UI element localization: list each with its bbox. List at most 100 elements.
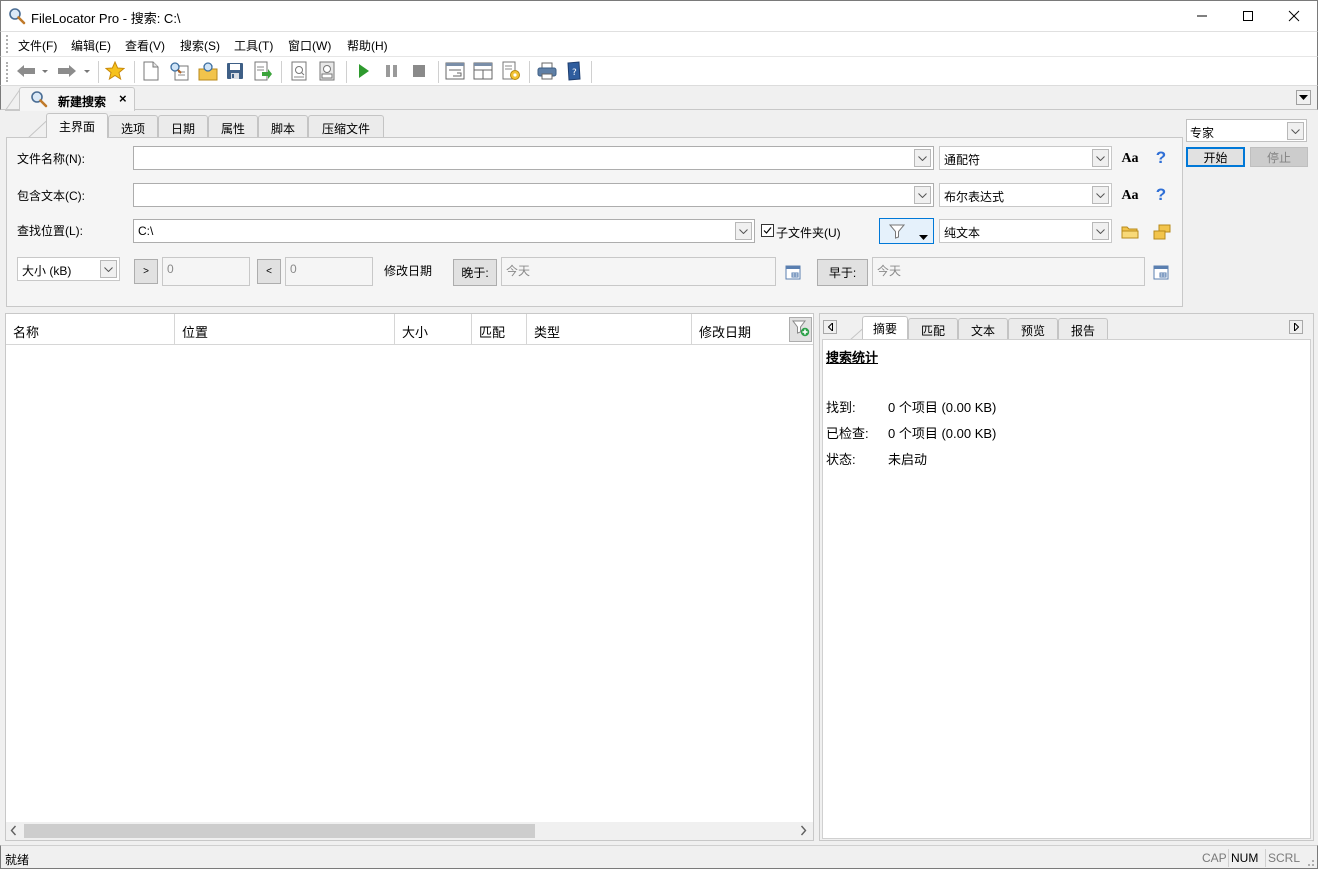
layout-button[interactable] bbox=[472, 61, 494, 83]
tab-scroll-left-icon[interactable] bbox=[823, 320, 837, 334]
help-icon[interactable]: ? bbox=[1151, 185, 1171, 205]
horizontal-scrollbar[interactable] bbox=[6, 822, 813, 840]
scroll-left-icon[interactable] bbox=[10, 825, 17, 839]
column-header-modified[interactable]: 修改日期 bbox=[692, 314, 789, 345]
case-sensitive-icon[interactable]: Aa bbox=[1119, 150, 1141, 168]
search-criteria-panel: 主界面 选项 日期 属性 脚本 压缩文件 文件名称(N): 通配符 Aa ? 包… bbox=[6, 113, 1183, 307]
chevron-down-icon[interactable] bbox=[914, 149, 931, 167]
back-dropdown-icon[interactable] bbox=[42, 70, 48, 73]
help-icon[interactable]: ? bbox=[1151, 148, 1171, 168]
multi-folder-icon[interactable] bbox=[1152, 223, 1172, 241]
stop-search-button[interactable] bbox=[408, 61, 430, 83]
menu-window[interactable]: 窗口(W) bbox=[288, 37, 331, 54]
forward-button[interactable] bbox=[56, 61, 78, 83]
tab-archives[interactable]: 压缩文件 bbox=[308, 115, 384, 138]
size-greater-input[interactable]: 0 bbox=[162, 257, 250, 286]
before-date-input[interactable]: 今天 bbox=[872, 257, 1145, 286]
minimize-button[interactable] bbox=[1179, 1, 1225, 31]
new-search-button[interactable] bbox=[140, 61, 162, 83]
print-button[interactable] bbox=[536, 61, 558, 83]
tab-attributes[interactable]: 属性 bbox=[208, 115, 258, 138]
search-mode-select[interactable]: 专家 bbox=[1186, 119, 1307, 142]
tab-list-dropdown-button[interactable] bbox=[1296, 90, 1311, 105]
toolbar-grip bbox=[6, 62, 8, 82]
chevron-down-icon[interactable] bbox=[914, 186, 931, 204]
export-button[interactable] bbox=[252, 61, 274, 83]
column-header-matches[interactable]: 匹配 bbox=[472, 314, 527, 345]
after-button[interactable]: 晚于: bbox=[453, 259, 497, 286]
back-button[interactable] bbox=[15, 61, 37, 83]
close-button[interactable] bbox=[1271, 1, 1317, 31]
before-button[interactable]: 早于: bbox=[817, 259, 868, 286]
maximize-button[interactable] bbox=[1225, 1, 1271, 31]
tab-script[interactable]: 脚本 bbox=[258, 115, 308, 138]
scroll-right-icon[interactable] bbox=[800, 825, 807, 839]
help-button[interactable]: ? bbox=[563, 60, 585, 83]
contains-text-input[interactable] bbox=[133, 183, 934, 207]
size-less-input[interactable]: 0 bbox=[285, 257, 373, 286]
stop-button[interactable]: 停止 bbox=[1250, 147, 1308, 167]
browse-folder-icon[interactable] bbox=[1120, 223, 1140, 241]
menu-tools[interactable]: 工具(T) bbox=[234, 37, 273, 54]
scrollbar-thumb[interactable] bbox=[24, 824, 535, 838]
play-icon bbox=[357, 63, 371, 82]
chevron-down-icon[interactable] bbox=[100, 260, 117, 278]
view-button[interactable] bbox=[316, 61, 338, 83]
size-greater-button[interactable]: > bbox=[134, 259, 158, 284]
document-tab-new-search[interactable]: 新建搜索 × bbox=[19, 87, 135, 111]
menu-search[interactable]: 搜索(S) bbox=[180, 37, 220, 54]
tab-matches[interactable]: 匹配 bbox=[908, 318, 958, 339]
menu-edit[interactable]: 编辑(E) bbox=[71, 37, 111, 54]
case-sensitive-icon[interactable]: Aa bbox=[1119, 187, 1141, 205]
calendar-icon[interactable] bbox=[1152, 263, 1170, 281]
tab-date[interactable]: 日期 bbox=[158, 115, 208, 138]
tab-summary[interactable]: 摘要 bbox=[862, 316, 908, 339]
subfolders-checkbox[interactable] bbox=[761, 224, 774, 237]
menu-help[interactable]: 帮助(H) bbox=[347, 37, 388, 54]
chevron-down-icon[interactable] bbox=[1092, 186, 1109, 204]
start-search-button[interactable] bbox=[353, 61, 375, 83]
tab-main[interactable]: 主界面 bbox=[46, 113, 108, 138]
subfolders-label[interactable]: 子文件夹(U) bbox=[776, 224, 841, 241]
after-date-input[interactable]: 今天 bbox=[501, 257, 776, 286]
file-name-mode-select[interactable]: 通配符 bbox=[939, 146, 1112, 170]
filter-dropdown-button[interactable] bbox=[879, 218, 934, 244]
chevron-down-icon[interactable] bbox=[1287, 122, 1304, 140]
save-button[interactable] bbox=[224, 61, 246, 83]
column-header-size[interactable]: 大小 bbox=[395, 314, 472, 345]
chevron-down-icon[interactable] bbox=[735, 222, 752, 240]
tab-text[interactable]: 文本 bbox=[958, 318, 1008, 339]
close-tab-icon[interactable]: × bbox=[119, 91, 127, 106]
favorites-button[interactable] bbox=[104, 60, 126, 83]
tab-preview[interactable]: 预览 bbox=[1008, 318, 1058, 339]
column-header-type[interactable]: 类型 bbox=[527, 314, 692, 345]
look-in-label: 查找位置(L): bbox=[17, 224, 84, 238]
settings-button[interactable] bbox=[500, 61, 522, 83]
open-search-button[interactable] bbox=[168, 61, 190, 83]
size-less-button[interactable]: < bbox=[257, 259, 281, 284]
chevron-down-icon[interactable] bbox=[1092, 149, 1109, 167]
tab-scroll-right-icon[interactable] bbox=[1289, 320, 1303, 334]
file-name-input[interactable] bbox=[133, 146, 934, 170]
menu-view[interactable]: 查看(V) bbox=[125, 37, 165, 54]
column-filter-button[interactable] bbox=[789, 317, 812, 342]
contains-text-mode-select[interactable]: 布尔表达式 bbox=[939, 183, 1112, 207]
results-view-button[interactable] bbox=[444, 61, 466, 83]
pause-search-button[interactable] bbox=[381, 61, 403, 83]
look-in-input[interactable]: C:\ bbox=[133, 219, 755, 243]
menu-file[interactable]: 文件(F) bbox=[18, 37, 57, 54]
chevron-down-icon[interactable] bbox=[1092, 222, 1109, 240]
size-unit-select[interactable]: 大小 (kB) bbox=[17, 257, 120, 281]
tab-report[interactable]: 报告 bbox=[1058, 318, 1108, 339]
column-header-name[interactable]: 名称 bbox=[6, 314, 175, 345]
start-button[interactable]: 开始 bbox=[1186, 147, 1245, 167]
tab-options[interactable]: 选项 bbox=[108, 115, 158, 138]
content-type-select[interactable]: 纯文本 bbox=[939, 219, 1112, 243]
open-folder-search-button[interactable] bbox=[197, 61, 219, 83]
resize-grip-icon[interactable] bbox=[1305, 856, 1315, 869]
column-header-location[interactable]: 位置 bbox=[175, 314, 395, 345]
preview-button[interactable] bbox=[288, 61, 310, 83]
calendar-icon[interactable] bbox=[784, 263, 802, 281]
forward-dropdown-icon[interactable] bbox=[84, 70, 90, 73]
contains-text-mode-value: 布尔表达式 bbox=[944, 190, 1005, 204]
